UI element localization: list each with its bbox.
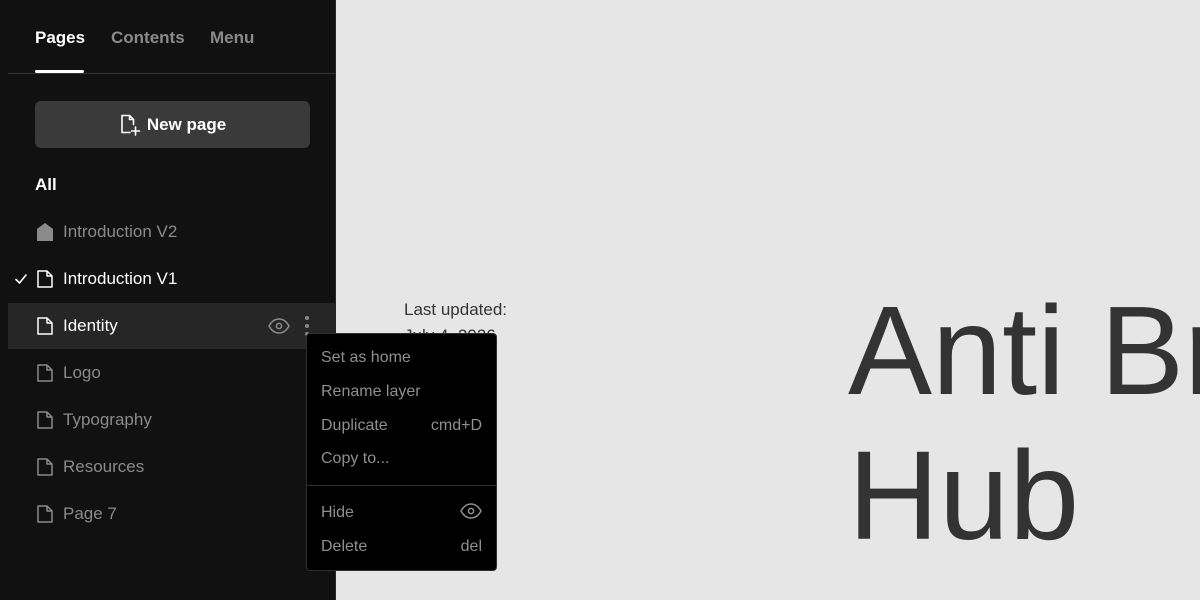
menu-item-set-as-home[interactable]: Set as home (321, 346, 482, 370)
page-item-page-7[interactable]: Page 7 (8, 491, 336, 537)
page-item-label: Introduction V1 (63, 269, 178, 288)
page-item-label: Identity (63, 316, 118, 335)
new-page-button[interactable]: New page (35, 101, 310, 148)
menu-item-copy-to[interactable]: Copy to... (321, 447, 482, 471)
page-item-resources[interactable]: Resources (8, 444, 336, 490)
page-item-label: Logo (63, 363, 101, 382)
page-item-introduction-v1[interactable]: Introduction V1 (8, 256, 336, 302)
page-icon (37, 270, 53, 288)
page-item-logo[interactable]: Logo (8, 350, 336, 396)
home-icon (37, 223, 53, 241)
page-icon (37, 317, 53, 335)
pages-sidebar: Pages Contents Menu New page All Introdu… (0, 0, 336, 600)
sidebar-tabs: Pages Contents Menu (8, 0, 336, 74)
hero-title: Anti Br Hub (848, 278, 1200, 568)
menu-divider (307, 485, 496, 486)
page-item-label: Page 7 (63, 504, 117, 523)
menu-item-label: Duplicate (321, 417, 388, 434)
page-icon (37, 458, 53, 476)
tab-contents[interactable]: Contents (111, 28, 185, 48)
menu-item-hide[interactable]: Hide (321, 501, 482, 525)
menu-item-label: Hide (321, 504, 354, 521)
page-icon (37, 364, 53, 382)
new-page-label: New page (146, 114, 227, 134)
page-item-identity[interactable]: Identity (8, 303, 336, 349)
last-updated-label: Last updated: (404, 300, 508, 319)
page-item-label: Typography (63, 410, 152, 429)
checkmark-icon (14, 272, 28, 286)
tab-pages[interactable]: Pages (35, 28, 85, 48)
page-icon (37, 411, 53, 429)
active-tab-indicator (35, 70, 84, 73)
menu-item-label: Set as home (321, 349, 411, 366)
page-item-introduction-v2[interactable]: Introduction V2 (8, 209, 336, 255)
hero-title-line-2: Hub (848, 425, 1080, 566)
menu-item-label: Copy to... (321, 450, 390, 467)
menu-item-label: Delete (321, 538, 368, 555)
menu-item-shortcut: cmd+D (430, 417, 482, 434)
eye-icon[interactable] (268, 318, 290, 334)
page-item-label: Introduction V2 (63, 222, 178, 241)
page-context-menu: Set as home Rename layer Duplicate cmd+D… (306, 333, 497, 571)
menu-item-duplicate[interactable]: Duplicate cmd+D (321, 414, 482, 438)
section-all-label: All (35, 175, 57, 194)
page-icon (37, 505, 53, 523)
menu-item-shortcut: del (460, 538, 482, 555)
page-item-label: Resources (63, 457, 145, 476)
tab-menu[interactable]: Menu (210, 28, 254, 48)
menu-item-label: Rename layer (321, 383, 421, 400)
hero-title-line-1: Anti Br (848, 280, 1200, 421)
new-page-icon (119, 114, 141, 136)
page-item-typography[interactable]: Typography (8, 397, 336, 443)
menu-item-delete[interactable]: Delete del (321, 535, 482, 559)
eye-icon (460, 502, 482, 524)
menu-item-rename-layer[interactable]: Rename layer (321, 380, 482, 404)
